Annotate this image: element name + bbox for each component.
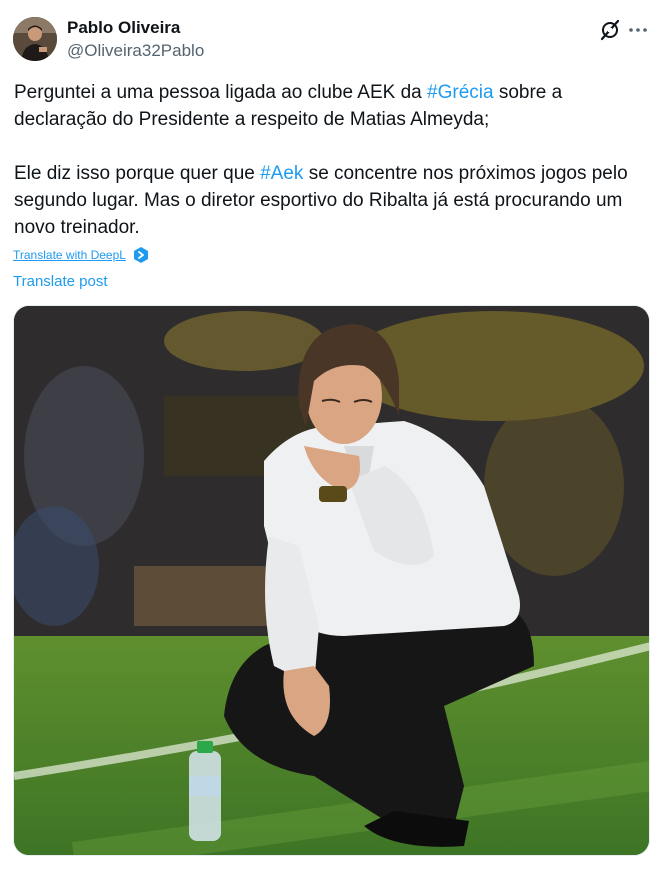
hashtag-grecia-link[interactable]: #Grécia	[427, 82, 494, 103]
translate-post-link[interactable]: Translate post	[13, 273, 108, 290]
grok-icon[interactable]	[598, 18, 622, 42]
deepl-icon	[133, 246, 149, 264]
tweet-photo[interactable]	[13, 305, 650, 856]
tweet-paragraph-1: Perguntei a uma pessoa ligada ao clube A…	[14, 79, 654, 133]
paragraph-spacer	[14, 133, 654, 160]
more-icon[interactable]	[626, 18, 650, 42]
tweet-header: Pablo Oliveira @Oliveira32Pablo	[0, 0, 666, 70]
tweet-paragraph-2: Ele diz isso porque quer que #Aek se con…	[14, 160, 654, 241]
tweet-text-segment: Perguntei a uma pessoa ligada ao clube A…	[14, 82, 428, 103]
tweet-text-segment: Ele diz isso porque quer que	[14, 163, 261, 184]
author-handle[interactable]: @Oliveira32Pablo	[67, 41, 204, 61]
tweet-text: Perguntei a uma pessoa ligada ao clube A…	[14, 79, 654, 241]
translate-with-deepl-link[interactable]: Translate with DeepL	[13, 248, 126, 262]
avatar[interactable]	[13, 17, 57, 61]
hashtag-aek-link[interactable]: #Aek	[260, 163, 303, 184]
author-name[interactable]: Pablo Oliveira	[67, 18, 180, 38]
